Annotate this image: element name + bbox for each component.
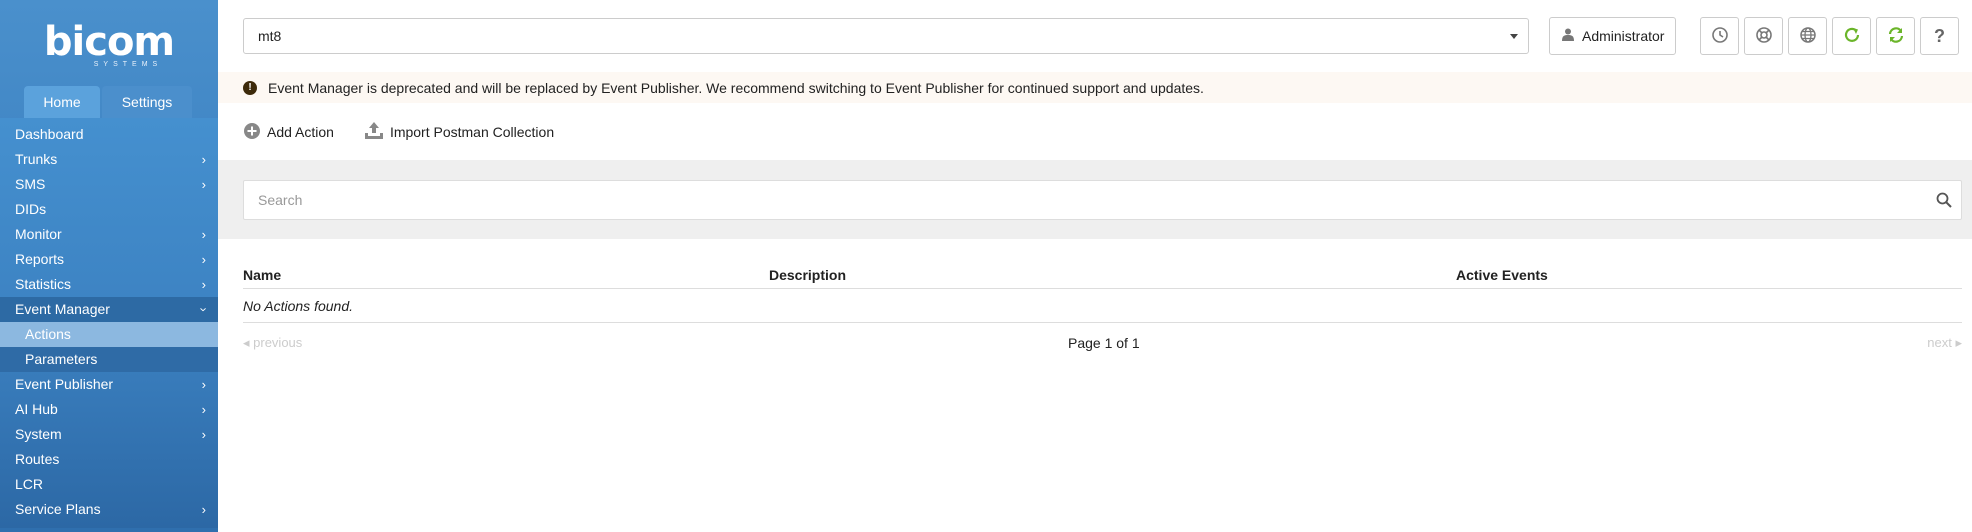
chevron-right-icon: ›	[201, 227, 206, 242]
sidebar-item-parameters[interactable]: Parameters	[0, 347, 218, 372]
help-icon: ?	[1934, 25, 1945, 46]
caret-left-icon: ◂	[243, 335, 254, 350]
sidebar-item-ai-hub[interactable]: AI Hub ›	[0, 397, 218, 422]
caret-down-icon	[1510, 34, 1518, 39]
chevron-right-icon: ›	[201, 252, 206, 267]
sidebar-item-trunks[interactable]: Trunks ›	[0, 147, 218, 172]
sidebar-item-label: Service Plans	[15, 501, 101, 517]
sidebar-item-statistics[interactable]: Statistics ›	[0, 272, 218, 297]
chevron-right-icon: ›	[201, 402, 206, 417]
sidebar-item-reports[interactable]: Reports ›	[0, 247, 218, 272]
tab-settings[interactable]: Settings	[102, 86, 192, 118]
user-label: Administrator	[1582, 28, 1665, 44]
sidebar-item-sms[interactable]: SMS ›	[0, 172, 218, 197]
exclamation-icon: !	[243, 80, 257, 95]
empty-row: No Actions found.	[243, 289, 1962, 323]
sidebar-item-routes[interactable]: Routes	[0, 447, 218, 472]
sidebar-item-service-plans[interactable]: Service Plans ›	[0, 497, 218, 522]
sidebar-tabs: Home Settings	[0, 86, 218, 118]
add-action-button[interactable]: Add Action	[243, 122, 334, 143]
sidebar-item-label: Event Publisher	[15, 376, 114, 392]
search-band	[218, 160, 1972, 239]
chevron-right-icon: ›	[201, 377, 206, 392]
add-action-label: Add Action	[267, 124, 334, 140]
user-menu-button[interactable]: Administrator	[1549, 17, 1676, 55]
search-icon[interactable]	[1936, 192, 1952, 211]
sync-icon	[1886, 25, 1906, 48]
empty-text: No Actions found.	[243, 297, 353, 314]
pagination: ◂ previous Page 1 of 1 next ▸	[243, 323, 1962, 359]
sidebar-item-lcr[interactable]: LCR	[0, 472, 218, 497]
tenant-select[interactable]: mt8	[243, 18, 1529, 54]
chevron-right-icon: ›	[201, 277, 206, 292]
reload-button[interactable]	[1832, 17, 1871, 55]
table-header: Name Description Active Events	[243, 262, 1962, 289]
previous-label: previous	[253, 335, 303, 350]
support-button[interactable]	[1744, 17, 1783, 55]
chevron-right-icon: ›	[201, 427, 206, 442]
sync-button[interactable]	[1876, 17, 1915, 55]
column-description[interactable]: Description	[769, 267, 846, 283]
sidebar-item-label: DIDs	[15, 201, 47, 217]
action-toolbar: Add Action Import Postman Collection	[218, 116, 1972, 148]
search-input[interactable]	[244, 181, 1961, 219]
next-label: next	[1927, 335, 1952, 350]
sidebar-item-label: Actions	[25, 326, 71, 342]
sidebar-item-label: Parameters	[25, 351, 98, 367]
language-button[interactable]	[1788, 17, 1827, 55]
tenant-select-value: mt8	[258, 28, 282, 44]
tab-home[interactable]: Home	[24, 86, 100, 118]
column-name[interactable]: Name	[243, 267, 281, 283]
sidebar-item-label: LCR	[15, 476, 44, 492]
upload-icon	[364, 121, 384, 144]
page-indicator: Page 1 of 1	[1068, 335, 1140, 351]
sidebar-item-monitor[interactable]: Monitor ›	[0, 222, 218, 247]
sidebar-item-label: Reports	[15, 251, 65, 267]
sidebar-nav: Dashboard Trunks › SMS › DIDs Monitor › Rep…	[0, 118, 218, 528]
column-active-events[interactable]: Active Events	[1456, 267, 1548, 283]
import-postman-label: Import Postman Collection	[389, 124, 555, 140]
topbar: mt8 Administrator ?	[218, 0, 1972, 72]
alert-text: Event Manager is deprecated and will be …	[268, 79, 1204, 96]
sidebar: bicom SYSTEMS Home Settings Dashboard Tr…	[0, 0, 218, 532]
chevron-right-icon: ›	[201, 502, 206, 517]
brand-logo[interactable]: bicom SYSTEMS	[0, 0, 218, 86]
previous-page-button[interactable]: ◂ previous	[243, 335, 302, 351]
sidebar-item-event-publisher[interactable]: Event Publisher ›	[0, 372, 218, 397]
chevron-right-icon: ›	[201, 152, 206, 167]
search-box	[243, 180, 1962, 220]
reload-icon	[1842, 25, 1862, 48]
sidebar-item-label: Monitor	[15, 226, 62, 242]
sidebar-item-label: SMS	[15, 176, 46, 192]
brand-name: bicom	[43, 18, 175, 65]
user-icon	[1562, 28, 1574, 44]
sidebar-item-label: Statistics	[15, 276, 72, 292]
brand-sub: SYSTEMS	[93, 60, 163, 68]
deprecation-alert: ! Event Manager is deprecated and will b…	[218, 72, 1972, 103]
sidebar-item-label: Trunks	[15, 151, 58, 167]
lifebuoy-icon	[1755, 26, 1773, 47]
sidebar-item-label: Dashboard	[15, 126, 84, 142]
sidebar-item-label: Event Manager	[15, 301, 110, 317]
sidebar-item-actions[interactable]: Actions	[0, 322, 218, 347]
chevron-down-icon: ›	[196, 307, 212, 312]
caret-right-icon: ▸	[1951, 335, 1962, 350]
sidebar-item-dids[interactable]: DIDs	[0, 197, 218, 222]
help-button[interactable]: ?	[1920, 17, 1959, 55]
sidebar-item-label: Routes	[15, 451, 60, 467]
import-postman-button[interactable]: Import Postman Collection	[364, 121, 554, 144]
clock-icon	[1711, 26, 1729, 47]
plus-circle-icon	[243, 122, 261, 143]
actions-table: Name Description Active Events No Action…	[243, 262, 1962, 359]
sidebar-item-label: AI Hub	[15, 401, 58, 417]
sidebar-item-event-manager[interactable]: Event Manager ›	[0, 297, 218, 322]
history-button[interactable]	[1700, 17, 1739, 55]
sidebar-item-label: System	[15, 426, 62, 442]
sidebar-item-dashboard[interactable]: Dashboard	[0, 122, 218, 147]
globe-icon	[1799, 26, 1817, 47]
sidebar-item-system[interactable]: System ›	[0, 422, 218, 447]
next-page-button[interactable]: next ▸	[1927, 335, 1962, 351]
chevron-right-icon: ›	[201, 177, 206, 192]
